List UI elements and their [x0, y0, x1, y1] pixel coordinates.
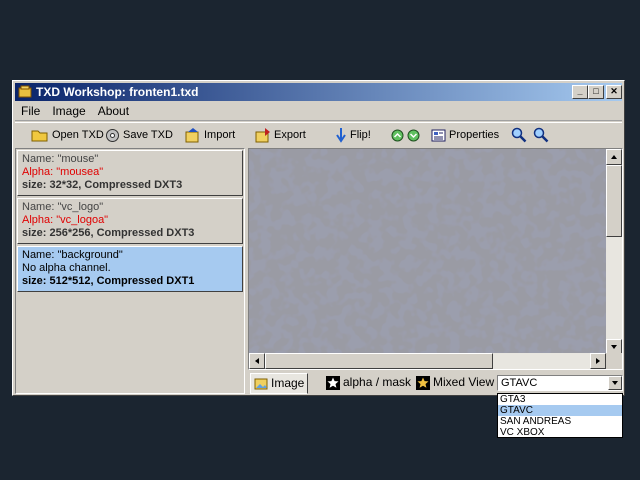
scroll-right-button[interactable] — [590, 353, 606, 369]
save-txd-label: Save TXD — [123, 129, 173, 141]
texture-item-mouse[interactable]: Name: "mouse" Alpha: "mousea" size: 32*3… — [17, 150, 243, 196]
texture-preview[interactable] — [248, 148, 623, 370]
folder-open-icon — [31, 130, 48, 142]
option-gtavc[interactable]: GTAVC — [498, 405, 622, 416]
texture-name: Name: "background" — [22, 249, 123, 261]
zoom-in-button[interactable] — [511, 125, 530, 145]
texture-size: size: 32*32, Compressed DXT3 — [22, 179, 183, 191]
star-icon — [326, 375, 340, 390]
texture-alpha: Alpha: "vc_logoa" — [22, 214, 109, 226]
image-icon — [254, 378, 268, 390]
maximize-button[interactable]: □ — [588, 85, 604, 99]
game-version-value: GTAVC — [501, 377, 538, 389]
triangle-right-icon — [596, 358, 600, 364]
flip-button[interactable]: Flip! — [335, 125, 371, 145]
save-disc-icon — [106, 128, 119, 142]
texture-name: Name: "mouse" — [22, 153, 99, 165]
texture-alpha: No alpha channel. — [22, 262, 111, 274]
menu-bar: File Image About — [15, 102, 622, 121]
export-button[interactable]: Export — [255, 125, 306, 145]
toolbar: Open TXD Save TXD Import Export Flip! Pr… — [15, 122, 622, 147]
scroll-corner — [606, 353, 622, 369]
menu-file[interactable]: File — [15, 102, 46, 121]
properties-icon — [431, 129, 446, 142]
window-title: TXD Workshop: fronten1.txd — [36, 85, 199, 99]
scroll-left-button[interactable] — [249, 353, 265, 369]
close-button[interactable]: ✕ — [606, 85, 622, 99]
dropdown-button[interactable] — [608, 376, 622, 390]
export-icon — [255, 128, 270, 143]
menu-image[interactable]: Image — [46, 102, 91, 121]
tab-mixed-view[interactable]: Mixed View — [413, 373, 497, 392]
tab-image-label: Image — [271, 376, 305, 390]
texture-image — [249, 149, 606, 355]
texture-item-background[interactable]: Name: "background" No alpha channel. siz… — [17, 246, 243, 292]
star-mixed-icon — [416, 375, 430, 390]
vertical-scroll-thumb[interactable] — [606, 165, 622, 237]
export-label: Export — [274, 129, 306, 141]
flip-label: Flip! — [350, 129, 371, 141]
triangle-left-icon — [255, 358, 259, 364]
open-txd-label: Open TXD — [52, 129, 104, 141]
zoom-out-icon — [533, 127, 549, 143]
triangle-down-icon — [611, 345, 617, 349]
tab-image[interactable]: Image — [250, 373, 309, 394]
tab-mixed-view-label: Mixed View — [433, 375, 495, 389]
import-label: Import — [204, 129, 236, 141]
vertical-scrollbar[interactable] — [606, 149, 622, 355]
option-san-andreas[interactable]: SAN ANDREAS — [498, 416, 622, 427]
properties-button[interactable]: Properties — [431, 125, 499, 145]
import-button[interactable]: Import — [185, 125, 235, 145]
txd-workshop-window: TXD Workshop: fronten1.txd _ □ ✕ File Ima… — [12, 80, 625, 396]
minimize-button[interactable]: _ — [572, 85, 588, 99]
rotate-buttons[interactable] — [391, 125, 423, 145]
tab-alpha-mask[interactable]: alpha / mask — [323, 373, 414, 392]
tab-alpha-mask-label: alpha / mask — [343, 375, 412, 389]
option-vc-xbox[interactable]: VC XBOX — [498, 427, 622, 438]
chevron-down-icon — [612, 381, 618, 385]
open-txd-button[interactable]: Open TXD — [31, 125, 104, 145]
game-version-dropdown: GTA3 GTAVC SAN ANDREAS VC XBOX — [497, 393, 623, 438]
scroll-up-button[interactable] — [606, 149, 622, 165]
app-icon — [18, 85, 32, 98]
texture-list[interactable]: Name: "mouse" Alpha: "mousea" size: 32*3… — [15, 148, 245, 394]
title-bar[interactable]: TXD Workshop: fronten1.txd _ □ ✕ — [15, 83, 622, 101]
save-txd-button[interactable]: Save TXD — [105, 125, 173, 145]
texture-alpha: Alpha: "mousea" — [22, 166, 104, 178]
horizontal-scroll-thumb[interactable] — [265, 353, 493, 369]
horizontal-scrollbar[interactable] — [249, 353, 606, 369]
texture-item-vc-logo[interactable]: Name: "vc_logo" Alpha: "vc_logoa" size: … — [17, 198, 243, 244]
zoom-out-button[interactable] — [533, 125, 552, 145]
texture-size: size: 256*256, Compressed DXT3 — [22, 227, 195, 239]
game-version-select[interactable]: GTAVC — [497, 375, 623, 391]
arrow-down-icon — [336, 128, 346, 143]
triangle-up-icon — [611, 155, 617, 159]
import-icon — [185, 128, 199, 143]
properties-label: Properties — [449, 129, 500, 141]
menu-about[interactable]: About — [92, 102, 135, 121]
option-gta3[interactable]: GTA3 — [498, 394, 622, 405]
texture-name: Name: "vc_logo" — [22, 201, 104, 213]
zoom-in-icon — [511, 127, 527, 143]
texture-size: size: 512*512, Compressed DXT1 — [22, 275, 195, 287]
rotate-down-icon — [407, 129, 420, 142]
rotate-up-icon — [391, 129, 404, 142]
